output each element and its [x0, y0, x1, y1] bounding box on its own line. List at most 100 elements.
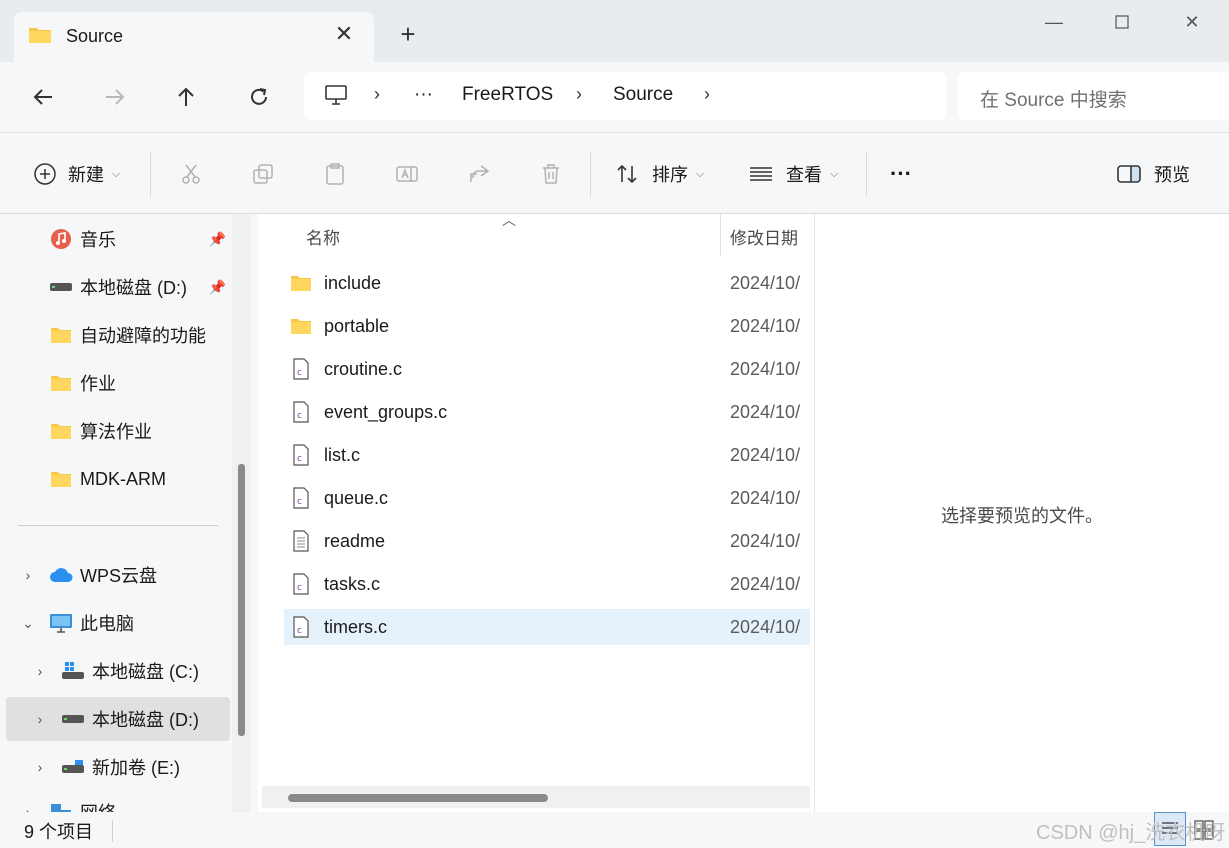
file-row[interactable]: c tasks.c 2024/10/ [284, 566, 810, 602]
column-divider[interactable] [720, 214, 721, 256]
file-row[interactable]: include 2024/10/ [284, 265, 810, 301]
sidebar-item-wps-cloud[interactable]: › WPS云盘 [6, 553, 230, 597]
pin-icon[interactable]: 📌 [209, 279, 226, 296]
column-header-name[interactable]: 名称 [306, 224, 340, 249]
sidebar-item-drive-c[interactable]: › 本地磁盘 (C:) [6, 649, 230, 693]
chevron-down-icon: ⌵ [830, 167, 839, 180]
new-button[interactable]: 新建 ⌵ [32, 159, 120, 189]
file-date: 2024/10/ [730, 315, 801, 336]
new-label: 新建 [68, 165, 104, 185]
chevron-right-icon[interactable]: › [374, 84, 380, 105]
c-file-icon: c [290, 573, 312, 595]
new-tab-plus-icon[interactable]: + [394, 20, 422, 48]
file-name: include [324, 272, 382, 293]
file-row[interactable]: c event_groups.c 2024/10/ [284, 394, 810, 430]
cloud-icon [48, 565, 74, 585]
share-button[interactable] [466, 159, 492, 189]
view-label: 查看 [786, 165, 822, 185]
chevron-right-icon[interactable]: › [576, 84, 582, 105]
breadcrumb-source[interactable]: Source [613, 84, 673, 106]
sidebar-item-label: 音乐 [80, 230, 116, 250]
file-row[interactable]: c queue.c 2024/10/ [284, 480, 810, 516]
breadcrumb-overflow[interactable]: ··· [414, 84, 433, 106]
chevron-right-icon[interactable]: › [18, 804, 38, 812]
forward-arrow-icon[interactable] [98, 80, 132, 114]
sidebar-item-this-pc[interactable]: ⌄ 此电脑 [6, 601, 230, 645]
file-name: readme [324, 530, 386, 551]
column-header-date[interactable]: 修改日期 [730, 224, 798, 249]
file-name: croutine.c [324, 358, 403, 379]
c-file-icon: c [290, 358, 312, 380]
toolbar-divider [866, 151, 867, 197]
sidebar-item-folder[interactable]: 作业 [6, 361, 230, 405]
watermark: CSDN @hj_洗衣机呀 [1036, 822, 1226, 844]
pin-icon[interactable]: 📌 [209, 231, 226, 248]
address-bar[interactable]: › ··· FreeRTOS › Source › [304, 72, 946, 120]
svg-text:c: c [297, 497, 302, 507]
sidebar-scrollbar-thumb[interactable] [238, 464, 245, 736]
tab-source[interactable]: Source ✕ [14, 12, 374, 62]
computer-icon [48, 613, 74, 633]
file-date: 2024/10/ [730, 487, 801, 508]
this-pc-icon[interactable] [324, 84, 348, 111]
sidebar-item-network[interactable]: › 网络 [6, 790, 230, 812]
item-count: 9 个项目 [24, 822, 94, 842]
back-arrow-icon[interactable] [26, 80, 60, 114]
sort-icon [614, 161, 640, 187]
sidebar-item-music[interactable]: 音乐 📌 [6, 217, 230, 261]
delete-button[interactable] [538, 159, 564, 189]
cut-button[interactable] [178, 159, 204, 189]
chevron-right-icon[interactable]: › [18, 567, 38, 583]
folder-icon [48, 469, 74, 489]
preview-message: 选择要预览的文件。 [941, 506, 1103, 526]
sidebar-item-folder[interactable]: 自动避障的功能 [6, 313, 230, 357]
breadcrumb-freertos[interactable]: FreeRTOS [462, 84, 553, 106]
search-input[interactable]: 在 Source 中搜索 [958, 72, 1229, 120]
svg-text:c: c [297, 368, 302, 378]
sidebar-item-folder[interactable]: MDK-ARM [6, 457, 230, 501]
file-row[interactable]: portable 2024/10/ [284, 308, 810, 344]
rename-button[interactable] [394, 159, 420, 189]
sidebar-item-drive-d[interactable]: › 本地磁盘 (D:) [6, 697, 230, 741]
sort-button[interactable]: 排序 ⌵ [614, 159, 704, 189]
file-row[interactable]: c list.c 2024/10/ [284, 437, 810, 473]
up-arrow-icon[interactable] [169, 80, 203, 114]
status-divider [112, 820, 113, 842]
more-options-icon[interactable]: ··· [890, 159, 912, 189]
file-row[interactable]: readme 2024/10/ [284, 523, 810, 559]
title-bar: Source ✕ + — ✕ [0, 0, 1229, 62]
sidebar-item-drive-d-pinned[interactable]: 本地磁盘 (D:) 📌 [6, 265, 230, 309]
chevron-right-icon[interactable]: › [30, 711, 50, 727]
chevron-right-icon[interactable]: › [30, 663, 50, 679]
share-icon [466, 161, 492, 187]
horizontal-scrollbar-thumb[interactable] [288, 794, 548, 802]
paste-button[interactable] [322, 159, 348, 189]
file-row[interactable]: c timers.c 2024/10/ [284, 609, 810, 645]
copy-button[interactable] [250, 159, 276, 189]
view-lines-icon [748, 161, 774, 187]
sidebar-item-label: 此电脑 [80, 614, 134, 634]
folder-icon [290, 272, 312, 294]
c-file-icon: c [290, 444, 312, 466]
chevron-down-icon[interactable]: ⌄ [18, 615, 38, 632]
view-button[interactable]: 查看 ⌵ [748, 159, 838, 189]
chevron-right-icon[interactable]: › [30, 759, 50, 775]
minimize-icon[interactable]: — [1034, 4, 1074, 40]
maximize-icon[interactable] [1102, 4, 1142, 40]
drive-icon [48, 277, 74, 297]
clipboard-icon [322, 161, 348, 187]
preview-pane-button[interactable]: 预览 [1116, 159, 1190, 189]
file-row[interactable]: c croutine.c 2024/10/ [284, 351, 810, 387]
plus-circle-icon [32, 161, 58, 187]
chevron-right-icon[interactable]: › [704, 84, 710, 105]
sort-ascending-icon: ︿ [502, 212, 516, 228]
tab-close-icon[interactable]: ✕ [330, 20, 358, 48]
close-icon[interactable]: ✕ [1172, 4, 1212, 40]
sidebar-item-drive-e[interactable]: › 新加卷 (E:) [6, 745, 230, 789]
svg-text:c: c [297, 411, 302, 421]
svg-text:c: c [297, 626, 302, 636]
sidebar-item-folder[interactable]: 算法作业 [6, 409, 230, 453]
file-date: 2024/10/ [730, 401, 801, 422]
file-date: 2024/10/ [730, 573, 801, 594]
refresh-icon[interactable] [242, 80, 276, 114]
